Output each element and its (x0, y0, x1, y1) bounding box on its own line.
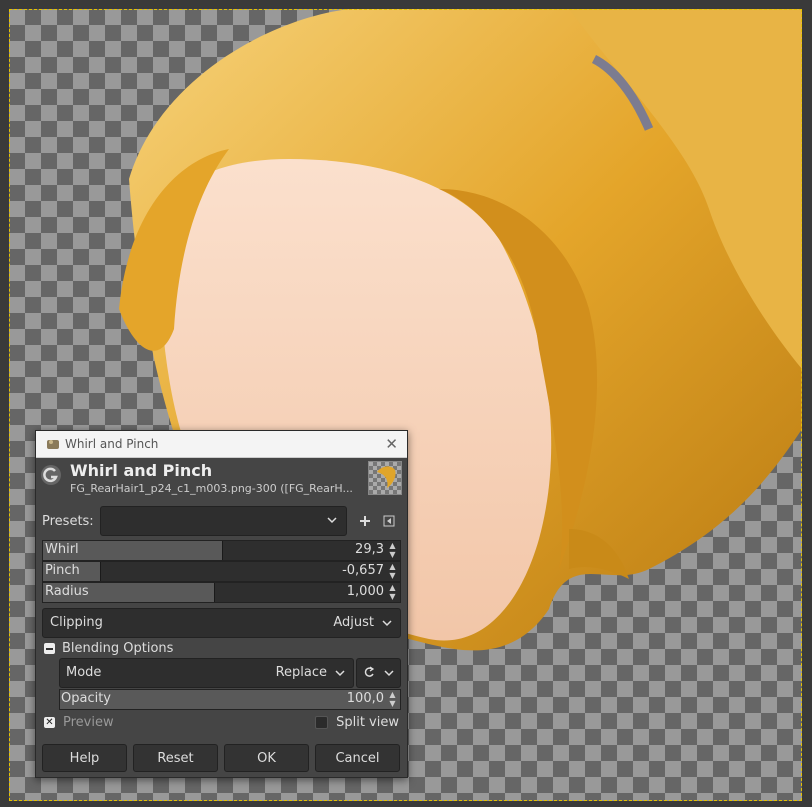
mode-combo[interactable]: Mode Replace (59, 658, 354, 688)
radius-value: 1,000 (346, 584, 384, 599)
whirl-slider[interactable]: Whirl 29,3 ▲ ▼ (42, 540, 401, 561)
chevron-down-icon (327, 517, 337, 524)
presets-label: Presets: (42, 513, 94, 529)
clipping-combo[interactable]: Clipping Adjust (42, 608, 401, 638)
pinch-slider[interactable]: Pinch -0,657 ▲ ▼ (42, 561, 401, 582)
gegl-logo-icon (41, 465, 61, 485)
chevron-down-icon (382, 620, 392, 627)
blending-options-expander[interactable]: Blending Options (44, 641, 173, 656)
opacity-slider[interactable]: Opacity 100,0 ▲ ▼ (59, 689, 401, 710)
gimp-app-icon (46, 437, 60, 451)
cancel-button[interactable]: Cancel (315, 744, 400, 772)
radius-spinner[interactable]: ▲ ▼ (387, 583, 398, 602)
collapse-icon (44, 643, 55, 654)
split-view-checkbox[interactable] (315, 716, 329, 729)
whirl-spinner[interactable]: ▲ ▼ (387, 541, 398, 560)
layer-thumbnail (368, 461, 402, 495)
pinch-spinner[interactable]: ▲ ▼ (387, 562, 398, 581)
chevron-down-icon (335, 670, 345, 677)
composite-mode-combo[interactable] (356, 658, 401, 688)
composite-mode-icon (364, 666, 375, 677)
pinch-label: Pinch (45, 563, 80, 578)
reset-button[interactable]: Reset (133, 744, 218, 772)
help-button[interactable]: Help (42, 744, 127, 772)
preview-label: Preview (63, 715, 114, 730)
dialog-titlebar[interactable]: Whirl and Pinch ✕ (36, 431, 407, 458)
header-subtitle: FG_RearHair1_p24_c1_m003.png-300 ([FG_Re… (70, 481, 353, 495)
chevron-down-icon (384, 670, 394, 677)
pinch-value: -0,657 (342, 563, 384, 578)
header-title: Whirl and Pinch (70, 460, 213, 480)
mode-value: Replace (275, 665, 327, 680)
opacity-label: Opacity (61, 691, 112, 706)
whirl-value: 29,3 (355, 542, 384, 557)
radius-slider[interactable]: Radius 1,000 ▲ ▼ (42, 582, 401, 603)
clipping-label: Clipping (50, 615, 103, 630)
split-view-label: Split view (336, 715, 399, 730)
preview-toggle[interactable]: ✕ Preview (44, 715, 114, 730)
window-title: Whirl and Pinch (65, 437, 159, 451)
mode-label: Mode (66, 665, 102, 680)
preset-menu-icon[interactable] (379, 511, 399, 531)
radius-label: Radius (45, 584, 89, 599)
opacity-value: 100,0 (346, 691, 384, 706)
dialog-header: Whirl and Pinch FG_RearHair1_p24_c1_m003… (36, 458, 407, 498)
clipping-value: Adjust (333, 615, 374, 630)
add-preset-icon[interactable] (355, 511, 375, 531)
presets-combo[interactable] (100, 506, 347, 536)
whirl-pinch-dialog: Whirl and Pinch ✕ Whirl and Pinch FG_Rea… (35, 430, 408, 778)
ok-button[interactable]: OK (224, 744, 309, 772)
close-icon[interactable]: ✕ (385, 435, 398, 453)
whirl-label: Whirl (45, 542, 79, 557)
blending-options-label: Blending Options (62, 641, 174, 656)
opacity-spinner[interactable]: ▲ ▼ (387, 690, 398, 709)
preview-checkbox[interactable]: ✕ (44, 717, 55, 728)
split-view-toggle[interactable]: Split view (315, 715, 399, 730)
